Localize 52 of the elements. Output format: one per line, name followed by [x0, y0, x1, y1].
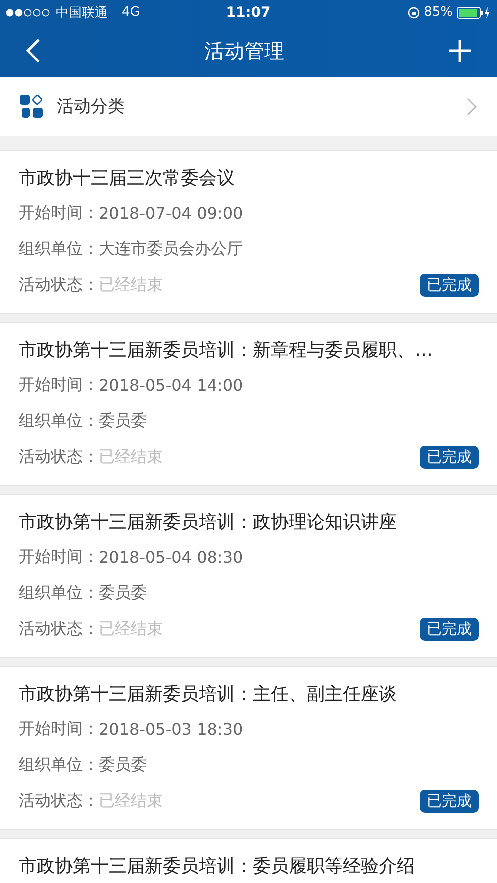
- status-badge: 已完成: [420, 618, 479, 640]
- activity-title: 市政协十三届三次常委会议: [19, 167, 236, 191]
- rotation-lock-icon: [408, 6, 420, 18]
- status-badge: 已完成: [420, 790, 479, 812]
- category-label: 活动分类: [57, 96, 126, 118]
- signal-icon: [6, 8, 52, 16]
- field-label: 组织单位：: [19, 238, 99, 260]
- field-value: 2018-05-04 14:00: [99, 376, 244, 394]
- field-value: 已经结束: [99, 790, 163, 812]
- activity-card[interactable]: 市政协第十三届新委员培训：政协理论知识讲座 开始时间：2018-05-04 08:30 组织单位：委员委 活动状态：已经结束 已完成: [0, 494, 497, 658]
- field-value: 委员委: [99, 410, 147, 432]
- chevron-right-icon: [467, 98, 477, 116]
- field-label: 开始时间：: [19, 374, 99, 396]
- field-label: 活动状态：: [19, 618, 99, 640]
- field-label: 活动状态：: [19, 274, 99, 296]
- back-icon[interactable]: [25, 38, 41, 64]
- field-value: 委员委: [99, 582, 147, 604]
- field-label: 开始时间：: [19, 718, 99, 740]
- field-value: 已经结束: [99, 446, 163, 468]
- category-icon: [20, 95, 43, 118]
- field-label: 开始时间：: [19, 202, 99, 224]
- activity-title: 市政协第十三届新委员培训：主任、副主任座谈: [19, 683, 398, 707]
- field-label: 活动状态：: [19, 446, 99, 468]
- field-value: 2018-05-03 18:30: [99, 720, 244, 738]
- carrier-name: 中国联通: [56, 4, 108, 22]
- activity-title: 市政协第十三届新委员培训：委员履职等经验介绍: [19, 855, 416, 879]
- add-icon[interactable]: [448, 39, 472, 63]
- field-value: 2018-05-04 08:30: [99, 548, 244, 566]
- field-label: 组织单位：: [19, 582, 99, 604]
- activity-card[interactable]: 市政协第十三届新委员培训：主任、副主任座谈 开始时间：2018-05-03 18:30 组织单位：委员委 活动状态：已经结束 已完成: [0, 666, 497, 830]
- field-label: 开始时间：: [19, 546, 99, 568]
- page-title: 活动管理: [204, 38, 284, 64]
- activity-card[interactable]: 市政协第十三届新委员培训：新章程与委员履职、… 开始时间：2018-05-04 14:00 组织单位：委员委 活动状态：已经结束 已完成: [0, 322, 497, 486]
- battery-percent: 85%: [424, 5, 453, 20]
- activity-card[interactable]: 市政协十三届三次常委会议 开始时间：2018-07-04 09:00 组织单位：大连市委员会办公厅 活动状态：已经结束 已完成: [0, 150, 497, 314]
- field-value: 2018-07-04 09:00: [99, 204, 244, 222]
- field-value: 已经结束: [99, 618, 163, 640]
- clock-time: 11:07: [226, 4, 271, 20]
- field-label: 组织单位：: [19, 754, 99, 776]
- field-value: 大连市委员会办公厅: [99, 238, 243, 260]
- field-label: 组织单位：: [19, 410, 99, 432]
- field-label: 活动状态：: [19, 790, 99, 812]
- field-value: 委员委: [99, 754, 147, 776]
- status-badge: 已完成: [420, 446, 479, 468]
- battery-charging-icon: [456, 6, 491, 18]
- activity-card[interactable]: 市政协第十三届新委员培训：委员履职等经验介绍: [0, 838, 497, 883]
- network-type: 4G: [122, 5, 140, 20]
- status-badge: 已完成: [420, 274, 479, 296]
- field-value: 已经结束: [99, 274, 163, 296]
- activity-title: 市政协第十三届新委员培训：新章程与委员履职、…: [19, 339, 434, 363]
- activity-title: 市政协第十三届新委员培训：政协理论知识讲座: [19, 511, 398, 535]
- category-row[interactable]: 活动分类: [0, 77, 497, 136]
